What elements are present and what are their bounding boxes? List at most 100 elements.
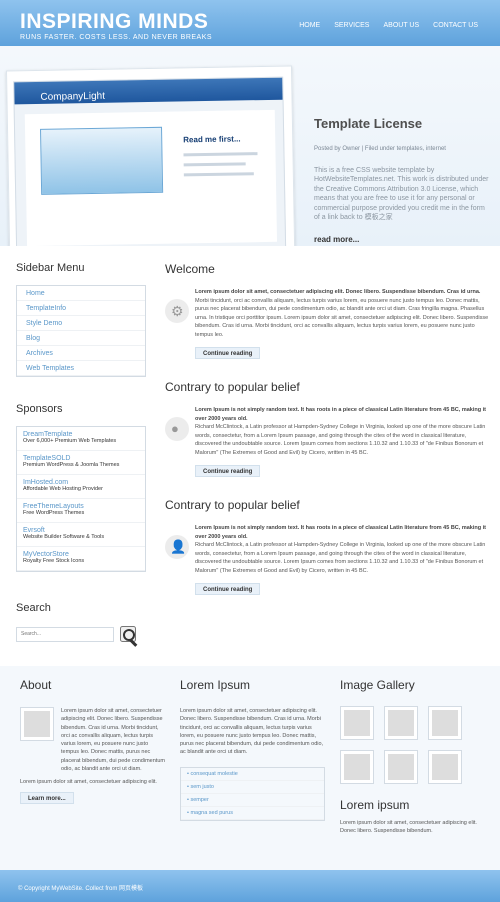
sponsor-description: Website Builder Software & Tools [23,534,105,540]
footer-about: About Lorem ipsum dolor sit amet, consec… [20,678,165,805]
gallery-subtitle: Lorem ipsum [340,798,410,812]
post-body: Lorem Ipsum is not simply random text. I… [165,524,490,596]
footer-lorem-title: Lorem Ipsum [180,678,251,692]
post-text: Lorem Ipsum is not simply random text. I… [195,406,490,478]
sponsor-item[interactable]: FreeThemeLayouts Free WordPress Themes [17,499,145,523]
post-lead: Lorem ipsum dolor sit amet, consectetuer… [195,289,481,295]
lorem-link-list: • consequat molestie • sem justo • sempe… [180,766,325,821]
footer-about-title: About [20,678,52,692]
sidebar-menu: Home TemplateInfo Style Demo Blog Archiv… [16,285,146,377]
sponsor-description: Free WordPress Themes [23,510,85,516]
sponsor-name[interactable]: FreeThemeLayouts [23,503,139,510]
gallery-thumbnail[interactable] [428,706,462,740]
image-placeholder [24,711,50,737]
continue-reading-button[interactable]: Continue reading [195,465,261,478]
blog-posts: Welcome Lorem ipsum dolor sit amet, cons… [165,262,490,616]
gallery-title: Image Gallery [340,678,415,692]
feature-title: Template License [314,116,423,131]
image-placeholder [388,754,414,780]
gallery-thumbnail[interactable] [384,750,418,784]
gallery-thumbnail[interactable] [384,706,418,740]
sponsor-item[interactable]: MyVectorStore Royalty Free Stock Icons [17,547,145,571]
continue-reading-button[interactable]: Continue reading [195,583,261,596]
sponsors-section: Sponsors DreamTemplate Over 6,000+ Premiu… [16,403,146,572]
lorem-link[interactable]: • sem justo [181,781,324,794]
lorem-link[interactable]: • semper [181,794,324,807]
feature-text: This is a free CSS website template by H… [314,167,489,222]
post-contrary-belief: Contrary to popular belief Lorem Ipsum i… [165,380,490,478]
post-lead: Lorem Ipsum is not simply random text. I… [195,525,486,540]
sponsor-description: Affordable Web Hosting Provider [23,486,103,492]
lightbulb-icon [165,417,189,442]
sidebar-item-web-templates[interactable]: Web Templates [17,361,145,376]
sponsor-item[interactable]: Evrsoft Website Builder Software & Tools [17,523,145,547]
gallery-thumbnail[interactable] [340,750,374,784]
sponsor-item[interactable]: DreamTemplate Over 6,000+ Premium Web Tem… [17,427,145,451]
sidebar-item-home[interactable]: Home [17,286,145,301]
post-body: Lorem Ipsum is not simply random text. I… [165,406,490,478]
sidebar-item-style-demo[interactable]: Style Demo [17,316,145,331]
post-title: Contrary to popular belief [165,498,300,513]
image-placeholder [388,710,414,736]
sidebar-item-blog[interactable]: Blog [17,331,145,346]
learn-more-button[interactable]: Learn more... [20,792,74,805]
lorem-link[interactable]: • magna sed purus [181,807,324,820]
post-contrary-belief-second: Contrary to popular belief Lorem Ipsum i… [165,498,490,596]
image-placeholder [432,754,458,780]
sponsor-name[interactable]: MyVectorStore [23,551,139,558]
post-text: Lorem ipsum dolor sit amet, consectetuer… [195,288,490,360]
sidebar-item-templateinfo[interactable]: TemplateInfo [17,301,145,316]
lorem-link[interactable]: • consequat molestie [181,768,324,781]
preview-mockup: CompanyLight Read me first... [13,76,287,266]
post-text: Lorem Ipsum is not simply random text. I… [195,524,490,596]
nav-services[interactable]: SERVICES [334,22,369,29]
search-box [16,626,146,642]
nav-about-us[interactable]: ABOUT US [383,22,419,29]
post-body-text: Morbi tincidunt, orci ac convallis aliqu… [195,297,489,338]
post-body: Lorem ipsum dolor sit amet, consectetuer… [165,288,490,360]
nav-home[interactable]: HOME [299,22,320,29]
sponsor-name[interactable]: Evrsoft [23,527,139,534]
gallery-thumbnail[interactable] [340,706,374,740]
continue-reading-button[interactable]: Continue reading [195,347,261,360]
site-tagline: RUNS FASTER. COSTS LESS. AND NEVER BREAK… [20,34,213,41]
sponsor-description: Royalty Free Stock Icons [23,558,85,564]
hero-section: CompanyLight Read me first... Template L… [0,46,500,303]
sidebar-item-archives[interactable]: Archives [17,346,145,361]
preview-content: Read me first... [24,109,278,247]
search-section: Search [16,602,146,642]
preview-text-line [183,152,258,157]
post-title: Contrary to popular belief [165,380,300,395]
feature-meta: Posted by Owner | Filed under templates,… [314,146,446,152]
about-text: Lorem ipsum dolor sit amet, consectetuer… [61,708,165,772]
gear-icon [165,299,189,323]
copyright-text: © Copyright MyWebSite. Collect from 网页模板 [18,886,144,892]
sponsor-name[interactable]: DreamTemplate [23,431,139,438]
search-input[interactable] [16,626,114,642]
sponsor-item[interactable]: TemplateSOLD Premium WordPress & Joomla T… [17,451,145,475]
monitor-illustration [40,126,164,195]
gallery-text: Lorem ipsum dolor sit amet, consectetuer… [340,820,477,835]
post-lead: Lorem Ipsum is not simply random text. I… [195,407,486,422]
search-icon[interactable] [120,626,136,642]
read-more-link[interactable]: read more... [314,235,359,244]
image-placeholder [344,710,370,736]
gallery-thumbnail[interactable] [428,750,462,784]
image-placeholder [432,710,458,736]
sponsors-title: Sponsors [16,403,63,415]
footer-image-gallery: Image Gallery Lorem ipsum Lorem ipsum do… [340,678,485,836]
sponsor-name[interactable]: TemplateSOLD [23,455,139,462]
sponsor-list: DreamTemplate Over 6,000+ Premium Web Tem… [16,426,146,572]
sponsor-name[interactable]: ImHosted.com [23,479,139,486]
sponsor-item[interactable]: ImHosted.com Affordable Web Hosting Provi… [17,475,145,499]
sponsor-description: Premium WordPress & Joomla Themes [23,462,120,468]
post-welcome: Welcome Lorem ipsum dolor sit amet, cons… [165,262,490,360]
about-secondary-text: Lorem ipsum dolor sit amet, consectetuer… [20,779,157,785]
nav-contact-us[interactable]: CONTACT US [433,22,478,29]
post-title: Welcome [165,262,215,276]
post-body-text: Richard McClintock, a Latin professor at… [195,542,486,574]
preview-text-line [183,172,254,177]
about-content: Lorem ipsum dolor sit amet, consectetuer… [20,707,165,773]
main-content-area: Sidebar Menu Home TemplateInfo Style Dem… [0,246,500,666]
preview-text-line [183,162,246,167]
